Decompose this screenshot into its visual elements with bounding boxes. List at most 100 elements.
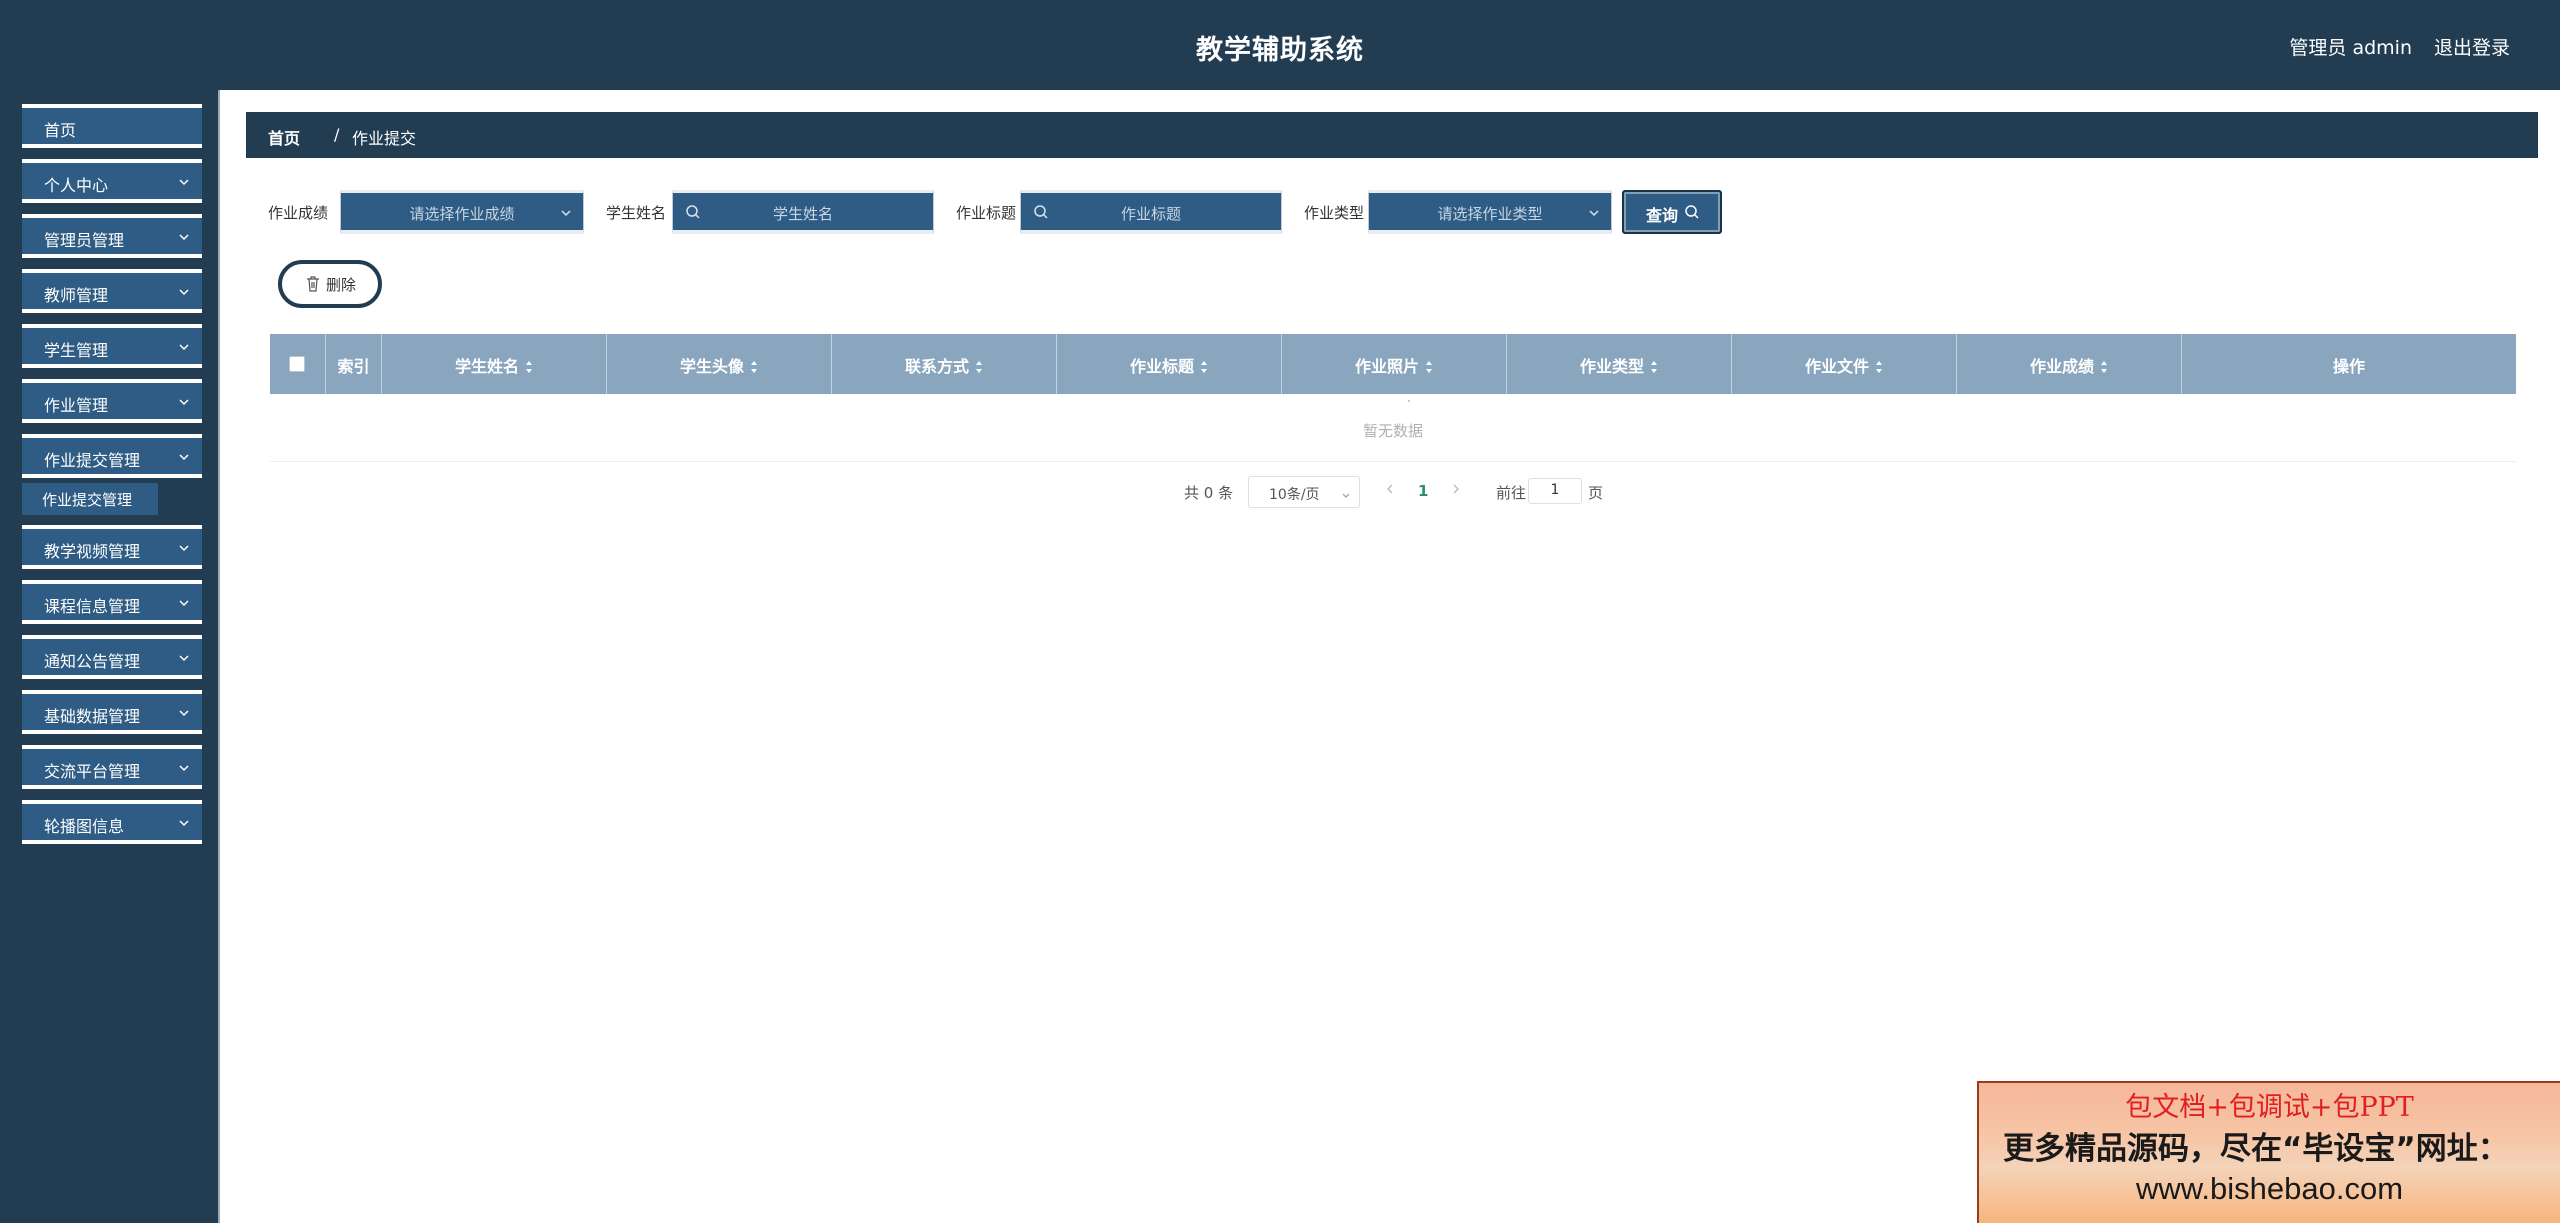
sidebar-item-admins[interactable]: 管理员管理: [22, 214, 202, 258]
empty-state-text: 暂无数据: [1362, 422, 1423, 440]
column-label: 作业类型: [1579, 357, 1644, 376]
sidebar-item-notices[interactable]: 通知公告管理: [22, 635, 202, 679]
column-homework-type[interactable]: 作业类型: [1507, 334, 1732, 394]
delete-button[interactable]: 删除: [278, 260, 382, 308]
sidebar-item-home[interactable]: 首页: [22, 104, 202, 148]
table-body: 暂无数据: [270, 394, 2516, 462]
sort-icon: [1651, 361, 1657, 373]
prev-page-button[interactable]: [1384, 481, 1396, 497]
column-label: 联系方式: [904, 357, 969, 376]
sidebar-item-label: 作业提交管理: [44, 451, 141, 470]
column-homework-photo[interactable]: 作业照片: [1282, 334, 1507, 394]
column-contact[interactable]: 联系方式: [832, 334, 1057, 394]
app-title: 教学辅助系统: [1196, 35, 1364, 66]
score-select[interactable]: 请选择作业成绩: [340, 190, 584, 234]
page-size-value: 10条/页: [1269, 487, 1320, 503]
sidebar-item-label: 个人中心: [44, 176, 109, 195]
sort-icon: [1201, 361, 1207, 373]
sidebar-item-carousel[interactable]: 轮播图信息: [22, 800, 202, 844]
goto-page-input[interactable]: 1: [1528, 478, 1582, 504]
chevron-down-icon: [1341, 487, 1351, 498]
title-label: 作业标题: [956, 204, 1017, 222]
chevron-down-icon: [178, 814, 190, 827]
breadcrumb-current: 作业提交: [352, 129, 417, 148]
sidebar-item-label: 通知公告管理: [44, 652, 141, 671]
sidebar-item-label: 教师管理: [44, 286, 109, 305]
pagination: 共 0 条 10条/页 1 前往 1 页: [1184, 476, 1704, 508]
homework-type-select[interactable]: 请选择作业类型: [1368, 190, 1612, 234]
chevron-down-icon: [178, 393, 190, 406]
column-actions: 操作: [2182, 334, 2516, 394]
goto-label: 前往: [1496, 484, 1527, 502]
column-homework-file[interactable]: 作业文件: [1732, 334, 1957, 394]
sidebar-item-homework-submissions[interactable]: 作业提交管理: [22, 434, 202, 478]
sidebar-item-label: 首页: [44, 121, 77, 140]
next-page-button[interactable]: [1450, 481, 1462, 497]
column-label: 索引: [337, 357, 370, 376]
homework-title-placeholder: 作业标题: [1120, 205, 1181, 223]
column-label: 学生姓名: [454, 357, 519, 376]
homework-title-input[interactable]: 作业标题: [1020, 190, 1282, 234]
chevron-down-icon: [178, 448, 190, 461]
logout-link[interactable]: 退出登录: [2434, 33, 2510, 60]
query-label: 查询: [1646, 206, 1679, 225]
promo-line-2: 更多精品源码，尽在“毕设宝”网址：: [2003, 1131, 2509, 1167]
promo-url: www.bishebao.com: [2135, 1171, 2404, 1206]
score-placeholder: 请选择作业成绩: [409, 205, 515, 223]
column-label: 操作: [2332, 357, 2365, 376]
student-name-placeholder: 学生姓名: [772, 205, 833, 223]
pagination-total: 共 0 条: [1184, 484, 1234, 502]
chevron-down-icon: [178, 228, 190, 241]
sidebar: 首页 个人中心 管理员管理 教师管理 学生管理 作业管理 作业提交管理 作业提交…: [0, 90, 220, 1223]
page-number[interactable]: 1: [1418, 482, 1428, 500]
sidebar-item-students[interactable]: 学生管理: [22, 324, 202, 368]
column-homework-title[interactable]: 作业标题: [1057, 334, 1282, 394]
chevron-down-icon: [1587, 206, 1601, 220]
select-all-cell: [270, 334, 326, 394]
breadcrumb: 首页 / 作业提交: [246, 112, 2538, 158]
breadcrumb-separator: /: [334, 125, 340, 144]
sidebar-item-videos[interactable]: 教学视频管理: [22, 525, 202, 569]
sort-icon: [751, 361, 757, 373]
chevron-down-icon: [559, 206, 573, 220]
score-label: 作业成绩: [268, 204, 329, 222]
search-form: 作业成绩 请选择作业成绩 学生姓名 学生姓名 作业标题 作业标题 作业类型 请选…: [268, 190, 1868, 234]
sidebar-item-courses[interactable]: 课程信息管理: [22, 580, 202, 624]
sidebar-item-label: 基础数据管理: [44, 707, 141, 726]
page-size-select[interactable]: 10条/页: [1248, 476, 1360, 508]
sidebar-item-homework[interactable]: 作业管理: [22, 379, 202, 423]
chevron-down-icon: [178, 649, 190, 662]
chevron-down-icon: [178, 704, 190, 717]
column-homework-score[interactable]: 作业成绩: [1957, 334, 2182, 394]
sidebar-item-profile[interactable]: 个人中心: [22, 159, 202, 203]
query-button[interactable]: 查询: [1622, 190, 1722, 234]
column-student-avatar[interactable]: 学生头像: [607, 334, 832, 394]
column-label: 学生头像: [679, 357, 744, 376]
sidebar-item-label: 教学视频管理: [44, 542, 141, 561]
sidebar-item-teachers[interactable]: 教师管理: [22, 269, 202, 313]
homework-type-placeholder: 请选择作业类型: [1437, 205, 1543, 223]
sidebar-item-label: 轮播图信息: [44, 817, 125, 836]
sidebar-subitem-homework-submissions[interactable]: 作业提交管理: [22, 483, 158, 515]
chevron-down-icon: [178, 283, 190, 296]
student-name-input[interactable]: 学生姓名: [672, 190, 934, 234]
chevron-down-icon: [178, 173, 190, 186]
sort-icon: [976, 361, 982, 373]
sort-icon: [2101, 361, 2107, 373]
trash-icon: [306, 276, 320, 292]
select-all-checkbox[interactable]: [289, 356, 305, 372]
sidebar-item-label: 交流平台管理: [44, 762, 141, 781]
type-label: 作业类型: [1304, 204, 1365, 222]
column-label: 作业成绩: [2029, 357, 2094, 376]
sort-icon: [1426, 361, 1432, 373]
column-student-name[interactable]: 学生姓名: [382, 334, 607, 394]
column-label: 作业照片: [1354, 357, 1419, 376]
sidebar-subitem-label: 作业提交管理: [42, 491, 133, 509]
delete-label: 删除: [326, 276, 357, 294]
table-header: 索引 学生姓名 学生头像 联系方式 作业标题 作业照片 作业类型 作业文件 作业…: [270, 334, 2516, 394]
breadcrumb-home[interactable]: 首页: [268, 125, 300, 149]
sidebar-item-base-data[interactable]: 基础数据管理: [22, 690, 202, 734]
sidebar-item-forum[interactable]: 交流平台管理: [22, 745, 202, 789]
name-label: 学生姓名: [606, 204, 667, 222]
column-label: 作业标题: [1129, 357, 1194, 376]
